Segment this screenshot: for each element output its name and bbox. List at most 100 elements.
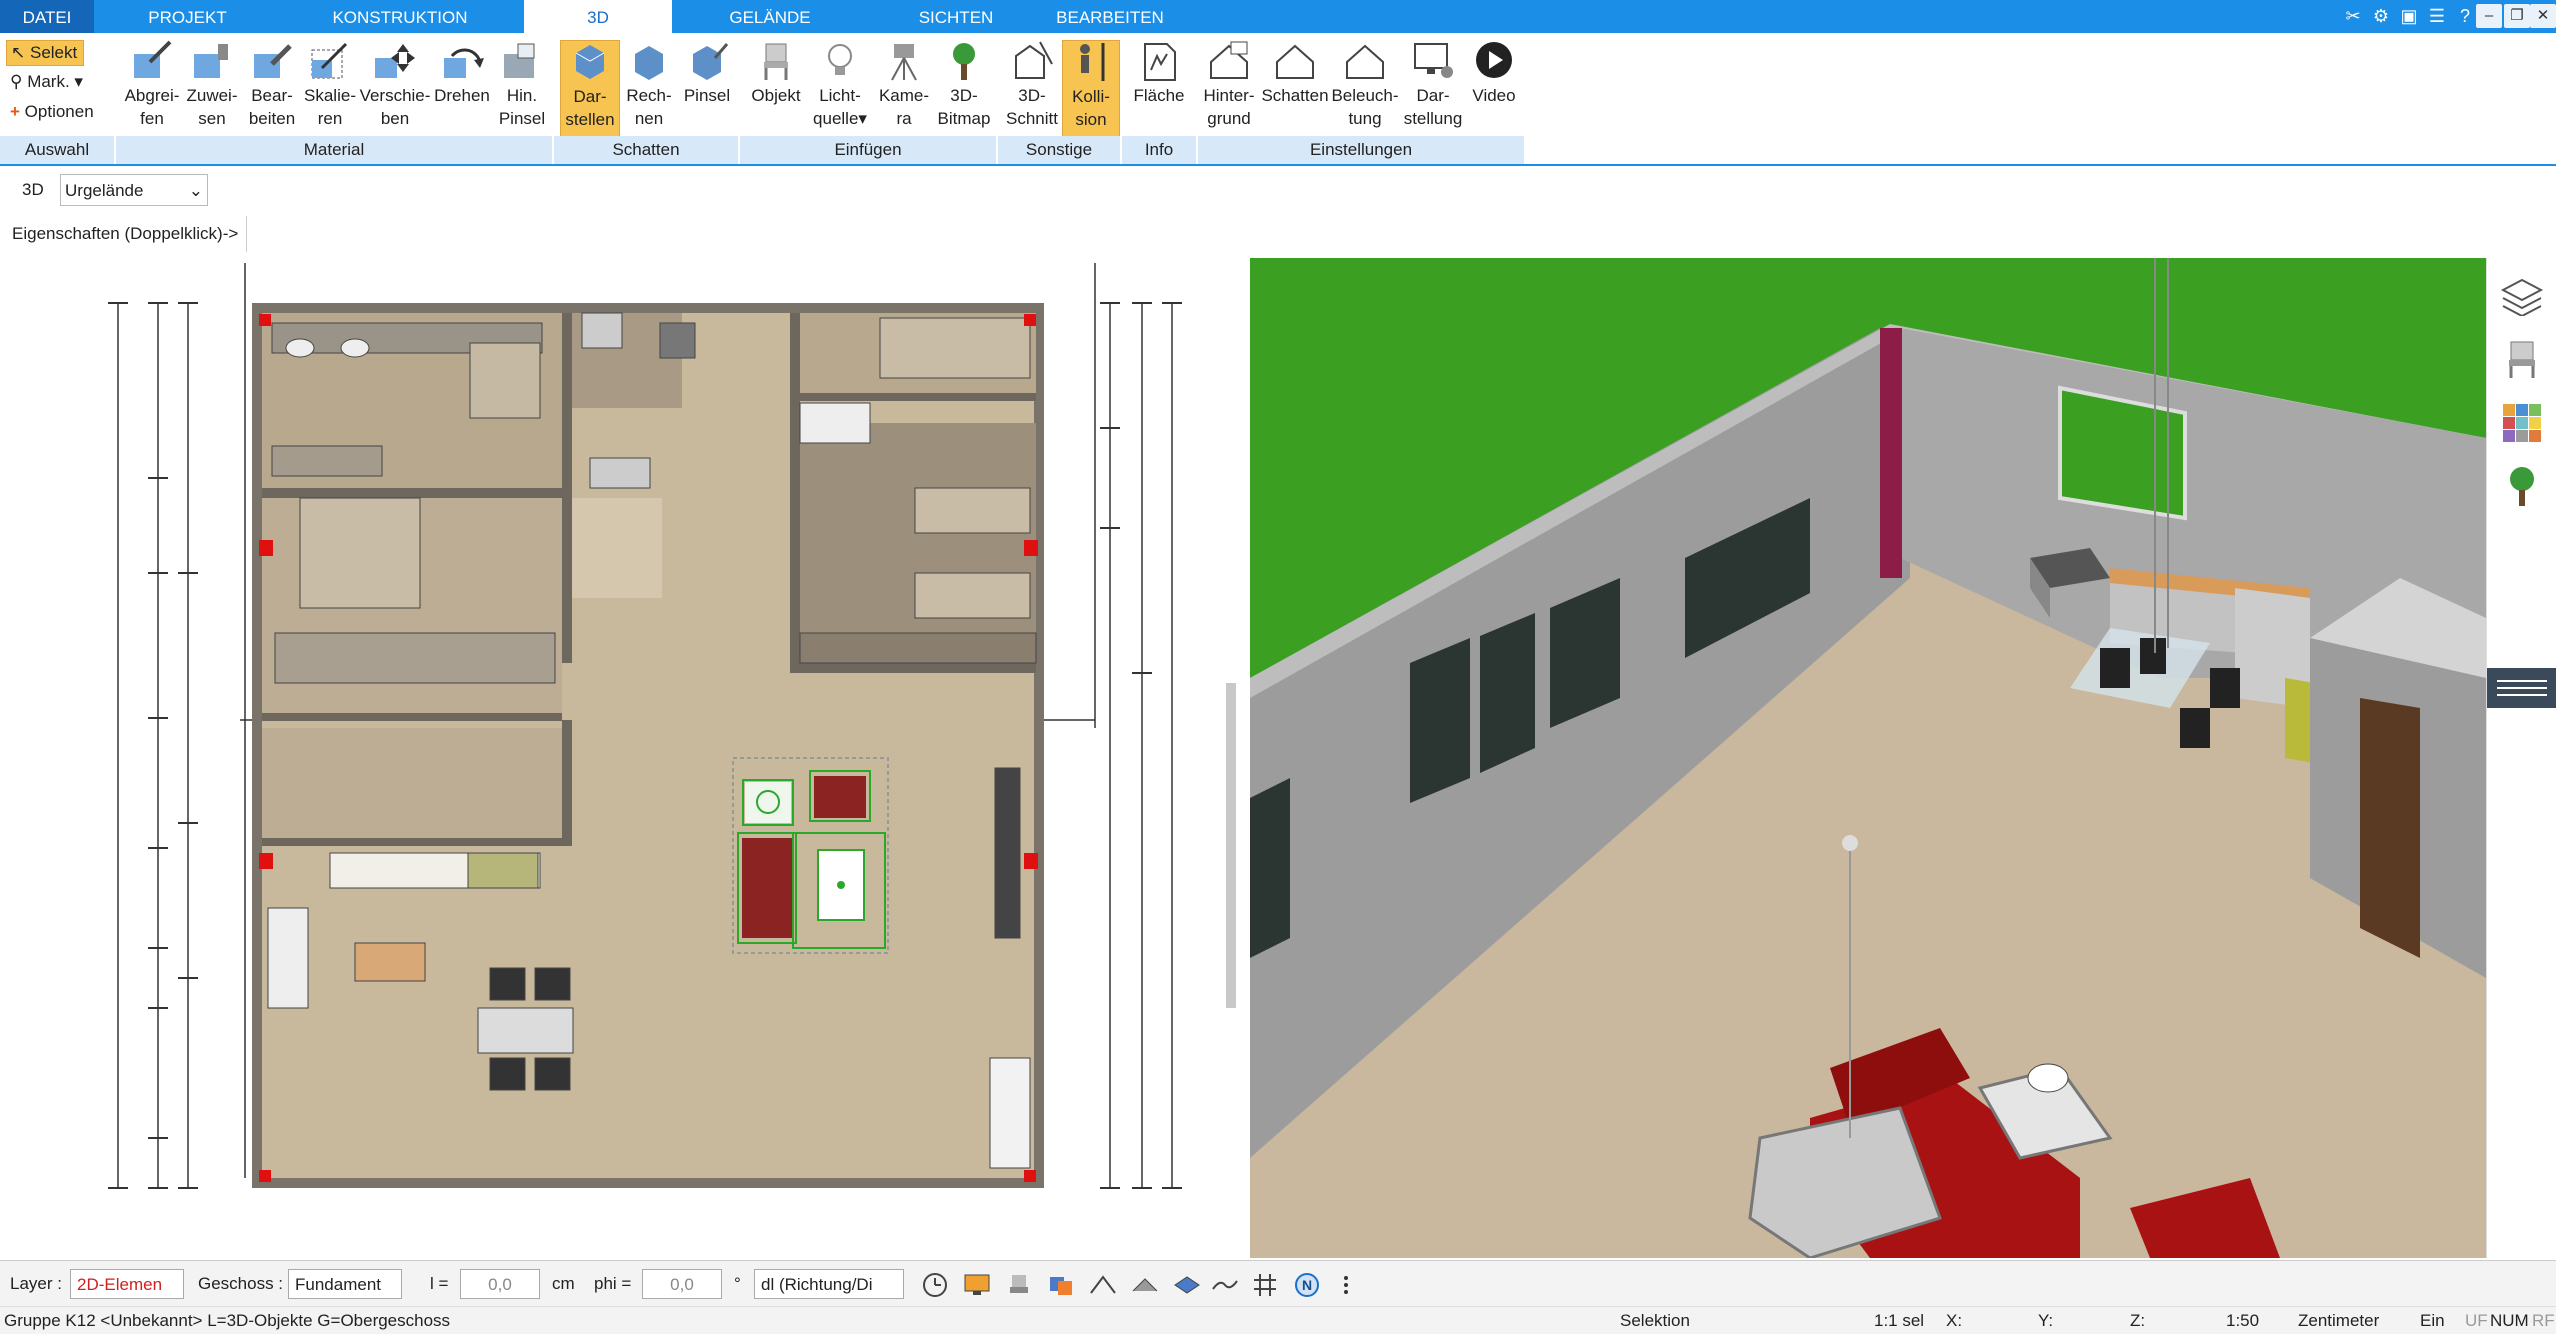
direction-select[interactable]: dl (Richtung/Di	[754, 1269, 904, 1299]
properties-button[interactable]: Eigenschaften (Doppelklick)->	[0, 216, 247, 252]
tools-icon[interactable]: ✂	[2340, 4, 2366, 28]
furniture-icon[interactable]	[1004, 1271, 1034, 1299]
objekt-button[interactable]: Objekt	[746, 40, 806, 107]
kamera-button[interactable]: Kame-ra	[874, 40, 934, 130]
view-selector-bar: 3D Urgelände ⌄	[0, 170, 210, 210]
edit-material-icon	[254, 44, 292, 78]
close-button[interactable]: ✕	[2530, 4, 2556, 28]
drehen-button[interactable]: Drehen	[430, 40, 494, 107]
group-schatten-label: Schatten	[554, 136, 740, 164]
geschoss-select[interactable]: Fundament	[288, 1269, 402, 1299]
group-auswahl-label: Auswahl	[0, 136, 116, 164]
cursor-icon: ↖	[11, 43, 26, 62]
play-icon	[1476, 42, 1512, 78]
chair-icon	[764, 43, 788, 80]
3d-view[interactable]	[1250, 258, 2486, 1260]
mark-button[interactable]: ⚲ Mark. ▾	[10, 70, 83, 94]
terrain-icon[interactable]	[1210, 1271, 1240, 1299]
tab-gelaende[interactable]: GELÄNDE	[710, 0, 830, 33]
hin-pinsel-button[interactable]: Hin. Pinsel	[494, 40, 550, 130]
grid-icon[interactable]	[1250, 1271, 1280, 1299]
length-input[interactable]: 0,0	[460, 1269, 540, 1299]
zuweisen-button[interactable]: Zuwei-sen	[182, 40, 242, 130]
tab-bearbeiten[interactable]: BEARBEITEN	[1040, 0, 1180, 33]
tab-3d[interactable]: 3D	[524, 0, 672, 34]
panel-toggle-button[interactable]	[2487, 668, 2556, 708]
roof-icon[interactable]	[1088, 1271, 1118, 1299]
lighting-house-icon	[1346, 44, 1384, 79]
group-material-label: Material	[116, 136, 554, 164]
help-icon[interactable]: ?	[2452, 4, 2478, 28]
3d-schnitt-button[interactable]: 3D- Schnitt	[1002, 40, 1062, 130]
restore-button[interactable]: ❐	[2504, 4, 2530, 28]
side-panel	[2486, 258, 2556, 1258]
scale-icon	[311, 42, 348, 79]
lichtquelle-button[interactable]: Licht-quelle▾	[808, 40, 872, 130]
display-monitor-icon	[1414, 43, 1453, 78]
beleuchtung-button[interactable]: Beleuch-tung	[1330, 40, 1400, 130]
window-icon[interactable]: ▣	[2396, 4, 2422, 28]
phi-input[interactable]: 0,0	[642, 1269, 722, 1299]
shadow-cube-icon	[575, 45, 605, 79]
layers-icon[interactable]	[2499, 274, 2545, 316]
material-palette-icon[interactable]	[2499, 400, 2545, 442]
more-options-icon[interactable]	[1336, 1271, 1356, 1299]
tab-konstruktion[interactable]: KONSTRUKTION	[310, 0, 490, 33]
flaeche-button[interactable]: Fläche	[1130, 40, 1188, 107]
schatten-pinsel-button[interactable]: Pinsel	[678, 40, 736, 107]
kollision-button[interactable]: Kolli-sion	[1062, 40, 1120, 138]
objects-icon[interactable]	[1046, 1271, 1076, 1299]
schatten-darstellen-button[interactable]: Dar-stellen	[560, 40, 620, 138]
schatten-einstellung-button[interactable]: Schatten	[1260, 40, 1330, 107]
furniture-chair-icon[interactable]	[2499, 338, 2545, 380]
shadow-house-icon	[1276, 44, 1314, 79]
floor-plan-view[interactable]	[0, 258, 1252, 1249]
move-icon	[375, 44, 415, 78]
tab-projekt[interactable]: PROJEKT	[120, 0, 255, 33]
schatten-rechnen-button[interactable]: Rech-nen	[620, 40, 678, 130]
selekt-button[interactable]: ↖ Selekt	[6, 40, 85, 66]
options-icon[interactable]: ☰	[2424, 4, 2450, 28]
hintergrund-button[interactable]: Hinter-grund	[1198, 40, 1260, 130]
plus-icon: +	[10, 102, 20, 121]
minimize-button[interactable]: –	[2476, 4, 2502, 28]
3d-bitmap-button[interactable]: 3D- Bitmap	[936, 40, 992, 130]
walls-icon[interactable]	[1130, 1271, 1160, 1299]
monitor-icon[interactable]	[962, 1271, 992, 1299]
group-einstellungen-label: Einstellungen	[1198, 136, 1526, 164]
3d-render	[1250, 258, 2486, 1260]
bearbeiten-button[interactable]: Bear-beiten	[240, 40, 304, 130]
settings-icon[interactable]: ⚙	[2368, 4, 2394, 28]
background-house-icon	[1210, 41, 1248, 79]
menu-lines-icon	[2497, 680, 2547, 696]
collision-person-icon	[1080, 43, 1105, 81]
shadow-brush-icon	[693, 43, 729, 80]
clock-icon[interactable]	[920, 1271, 950, 1299]
section-cut-icon	[1015, 41, 1053, 79]
brush-icon	[504, 43, 535, 78]
status-bar: Gruppe K12 <Unbekannt> L=3D-Objekte G=Ob…	[0, 1306, 2556, 1334]
ribbon-tab-bar: DATEI PROJEKT KONSTRUKTION 3D GELÄNDE SI…	[0, 0, 2556, 34]
verschieben-button[interactable]: Verschie-ben	[358, 40, 432, 130]
floor-icon[interactable]	[1172, 1271, 1202, 1299]
optionen-button[interactable]: + Optionen	[10, 100, 94, 124]
abgreifen-button[interactable]: Abgrei-fen	[120, 40, 184, 130]
group-sonstige-label: Sonstige	[998, 136, 1122, 164]
north-icon[interactable]: N	[1292, 1271, 1322, 1299]
darstellung-button[interactable]: Dar-stellung	[1400, 40, 1466, 130]
bottom-toolbar: Layer : 2D-Elemen Geschoss : Fundament l…	[0, 1260, 2556, 1307]
group-einfuegen-label: Einfügen	[740, 136, 998, 164]
tab-sichten[interactable]: SICHTEN	[896, 0, 1016, 33]
tab-datei[interactable]: DATEI	[0, 0, 94, 33]
chevron-down-icon: ⌄	[188, 181, 203, 200]
tree-icon	[953, 43, 975, 80]
layer-select[interactable]: 2D-Elemen	[70, 1269, 184, 1299]
lightbulb-icon	[828, 44, 852, 75]
eyedropper-icon	[134, 40, 172, 78]
calc-shadow-icon	[635, 46, 663, 80]
skalieren-button[interactable]: Skalie-ren	[298, 40, 362, 130]
assign-material-icon	[194, 44, 228, 78]
view-selector-dropdown[interactable]: Urgelände ⌄	[60, 174, 208, 206]
plant-tree-icon[interactable]	[2499, 464, 2545, 506]
video-button[interactable]: Video	[1466, 40, 1522, 107]
